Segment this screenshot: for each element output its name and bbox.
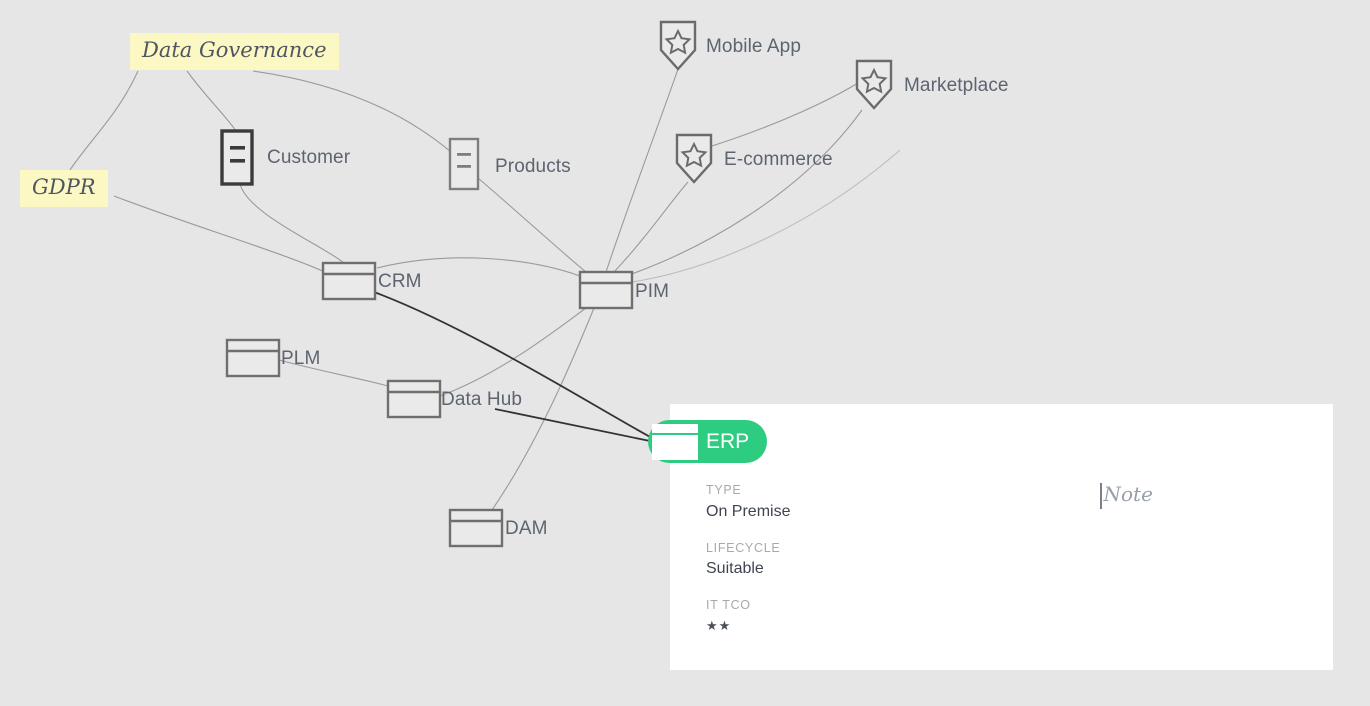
data-object-icon-products[interactable] — [448, 137, 480, 191]
node-label-crm[interactable]: CRM — [378, 272, 422, 291]
shield-star-icon-mobile-app[interactable] — [659, 20, 697, 71]
node-label-pim[interactable]: PIM — [635, 282, 669, 301]
detail-field-it-tco-value: ★★ — [706, 617, 732, 633]
detail-field-lifecycle: LIFECYCLE Suitable — [706, 540, 790, 578]
detail-field-it-tco: IT TCO ★★ — [706, 599, 790, 632]
node-label-plm[interactable]: PLM — [281, 349, 320, 368]
data-object-icon-customer[interactable] — [220, 129, 254, 186]
application-icon-data-hub[interactable] — [386, 379, 442, 419]
node-label-products[interactable]: Products — [495, 157, 571, 176]
node-label-data-hub[interactable]: Data Hub — [441, 390, 522, 409]
graph-canvas[interactable]: Data Governance GDPR Customer Products M… — [0, 0, 1370, 706]
detail-field-lifecycle-label: LIFECYCLE — [706, 540, 781, 555]
application-icon-erp — [652, 423, 698, 460]
application-node-erp[interactable]: ERP — [648, 420, 768, 463]
detail-field-list: TYPE On Premise LIFECYCLE Suitable IT TC… — [706, 484, 790, 654]
shield-star-icon-marketplace[interactable] — [855, 59, 893, 110]
node-label-dam[interactable]: DAM — [505, 519, 548, 538]
text-caret — [1100, 483, 1102, 509]
application-icon-plm[interactable] — [225, 338, 281, 378]
node-label-e-commerce[interactable]: E-commerce — [724, 150, 833, 169]
note-input[interactable]: Note — [1100, 482, 1300, 522]
detail-field-type-value: On Premise — [706, 502, 791, 520]
note-placeholder: Note — [1103, 482, 1153, 506]
node-label-mobile-app[interactable]: Mobile App — [706, 37, 801, 56]
detail-field-type-label: TYPE — [706, 483, 742, 497]
node-label-marketplace[interactable]: Marketplace — [904, 76, 1009, 95]
detail-field-lifecycle-value: Suitable — [706, 560, 764, 577]
shield-star-icon-e-commerce[interactable] — [675, 133, 713, 184]
application-icon-dam[interactable] — [448, 508, 504, 548]
sticky-note-data-governance[interactable]: Data Governance — [130, 33, 339, 70]
detail-panel: TYPE On Premise LIFECYCLE Suitable IT TC… — [670, 404, 1333, 670]
node-label-customer[interactable]: Customer — [267, 148, 350, 167]
application-icon-pim[interactable] — [578, 270, 634, 310]
application-icon-crm[interactable] — [321, 261, 377, 301]
sticky-note-gdpr[interactable]: GDPR — [20, 170, 108, 207]
detail-field-type: TYPE On Premise — [706, 484, 790, 520]
node-label-erp: ERP — [706, 430, 750, 453]
detail-field-it-tco-label: IT TCO — [706, 598, 751, 612]
